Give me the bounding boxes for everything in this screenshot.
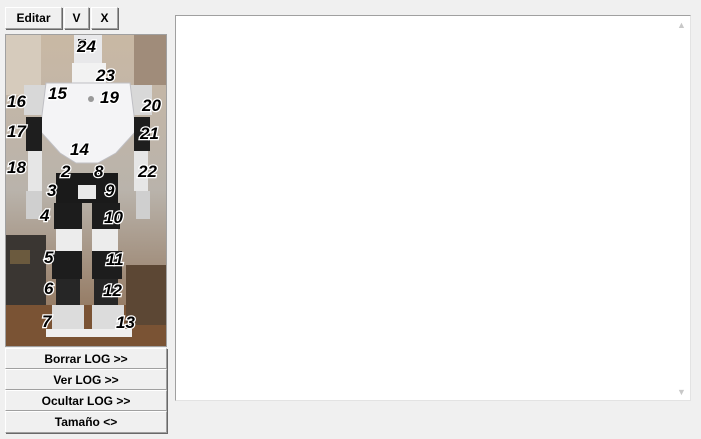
servo-label-11: 11: [106, 250, 124, 269]
v-button[interactable]: V: [64, 7, 89, 29]
x-button[interactable]: X: [91, 7, 118, 29]
servo-label-21: 21: [139, 124, 159, 143]
hide-log-button[interactable]: Ocultar LOG >>: [5, 390, 167, 411]
servo-label-6: 6: [44, 279, 54, 298]
servo-label-9: 9: [105, 181, 115, 200]
servo-label-5: 5: [44, 248, 54, 267]
servo-label-14: 14: [70, 140, 89, 159]
resize-button[interactable]: Tamaño <>: [5, 411, 167, 433]
servo-label-20: 20: [141, 96, 161, 115]
servo-label-12: 12: [103, 281, 122, 300]
clear-log-button[interactable]: Borrar LOG >>: [5, 348, 167, 369]
scroll-down-arrow-icon[interactable]: ▼: [673, 383, 690, 400]
servo-label-8: 8: [94, 162, 104, 181]
robot-servo-map-image: 24 23 15 19 16 20 17 21 14 18 22 2 8 3 9…: [5, 34, 167, 347]
log-content: [176, 16, 690, 20]
servo-label-23: 23: [95, 66, 115, 85]
view-log-button[interactable]: Ver LOG >>: [5, 369, 167, 390]
scroll-up-arrow-icon[interactable]: ▲: [673, 16, 690, 33]
edit-button[interactable]: Editar: [5, 7, 62, 29]
servo-label-15: 15: [48, 84, 67, 103]
servo-label-10: 10: [104, 208, 123, 227]
servo-label-16: 16: [7, 92, 26, 111]
servo-label-22: 22: [137, 162, 157, 181]
servo-label-3: 3: [47, 181, 57, 200]
servo-label-13: 13: [116, 313, 135, 332]
servo-label-19: 19: [100, 88, 119, 107]
log-vertical-scrollbar[interactable]: ▲ ▼: [673, 16, 690, 400]
servo-label-18: 18: [7, 158, 26, 177]
servo-label-4: 4: [39, 206, 50, 225]
log-text-area[interactable]: ▲ ▼: [175, 15, 691, 401]
servo-label-17: 17: [7, 122, 27, 141]
servo-label-2: 2: [60, 162, 71, 181]
servo-label-7: 7: [42, 312, 53, 331]
servo-label-24: 24: [76, 37, 96, 56]
